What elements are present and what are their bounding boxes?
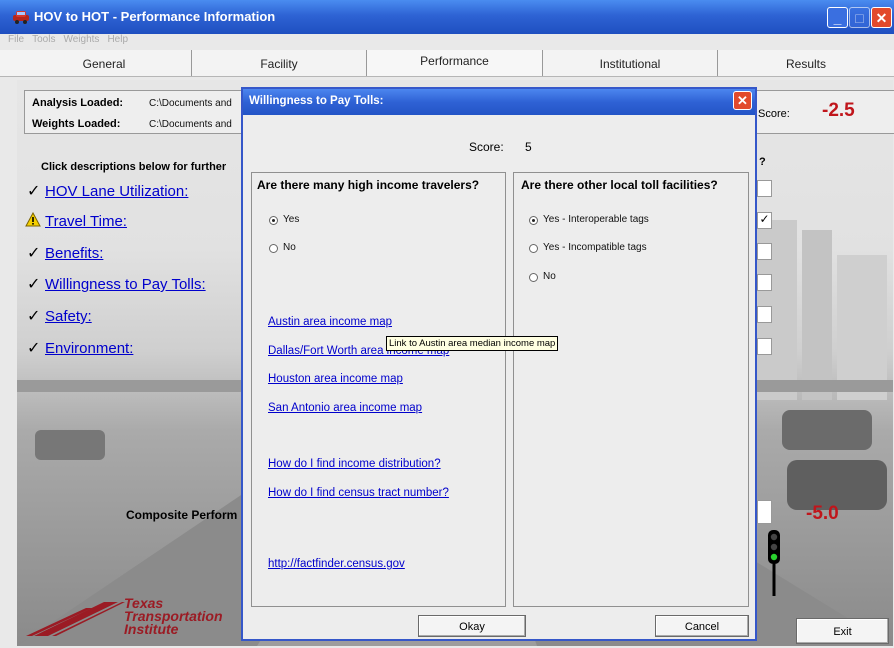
menu-weights[interactable]: Weights (63, 34, 99, 45)
check-icon: ✓ (27, 308, 41, 325)
analysis-loaded-label: Analysis Loaded: (32, 97, 124, 109)
benefits-checkbox[interactable] (757, 243, 772, 260)
no-toll-radio[interactable] (529, 273, 538, 282)
factfinder-link[interactable]: http://factfinder.census.gov (268, 558, 405, 570)
incompatible-radio[interactable] (529, 244, 538, 253)
high-income-question: Are there many high income travelers? (257, 178, 480, 192)
safety-checkbox[interactable] (757, 306, 772, 323)
score-label: Score: (758, 108, 790, 120)
criterion-benefits[interactable]: Benefits: (45, 245, 103, 262)
toll-facilities-question: Are there other local toll facilities? (521, 178, 718, 192)
dialog-title: Willingness to Pay Tolls: (249, 95, 384, 107)
warning-icon (25, 212, 41, 227)
hov-lane-utilization-checkbox[interactable] (757, 180, 772, 197)
willingness-dialog: Willingness to Pay Tolls: ✕ Score: 5 Are… (241, 87, 757, 641)
analysis-path: C:\Documents and (149, 98, 232, 109)
yes-radio-label[interactable]: Yes (283, 214, 299, 225)
high-income-panel: Are there many high income travelers? Ye… (251, 172, 506, 607)
check-icon: ✓ (27, 245, 41, 262)
menu-file[interactable]: File (8, 34, 24, 45)
tab-performance[interactable]: Performance (367, 50, 543, 76)
dialog-score-label: Score: (469, 140, 504, 154)
menu-bar: File Tools Weights Help (0, 34, 894, 50)
travel-time-checkbox[interactable]: ✓ (757, 212, 772, 229)
weights-path: C:\Documents and (149, 119, 232, 130)
weights-loaded-label: Weights Loaded: (32, 118, 121, 130)
question-mark: ? (759, 156, 766, 168)
title-bar[interactable]: HOV to HOT - Performance Information _ □… (0, 0, 894, 34)
tti-logo-icon (26, 602, 125, 636)
criterion-environment[interactable]: Environment: (45, 340, 133, 357)
tti-logo-text: Texas Transportation Institute (124, 596, 223, 637)
austin-income-map-link[interactable]: Austin area income map (268, 316, 392, 328)
composite-performance-label: Composite Perform (126, 508, 238, 522)
census-tract-help-link[interactable]: How do I find census tract number? (268, 487, 449, 499)
overall-score-value: -2.5 (822, 100, 855, 121)
yes-radio[interactable] (269, 216, 278, 225)
window-title: HOV to HOT - Performance Information (34, 9, 276, 24)
dialog-title-bar[interactable]: Willingness to Pay Tolls: ✕ (243, 89, 755, 115)
car-icon (13, 11, 29, 24)
criterion-willingness-to-pay-tolls[interactable]: Willingness to Pay Tolls: (45, 276, 206, 293)
income-distribution-help-link[interactable]: How do I find income distribution? (268, 458, 441, 470)
toll-facilities-panel: Are there other local toll facilities? Y… (513, 172, 749, 607)
tab-strip: General Facility Performance Institution… (0, 50, 894, 77)
interoperable-radio-label[interactable]: Yes - Interoperable tags (543, 214, 649, 225)
criterion-hov-lane-utilization[interactable]: HOV Lane Utilization: (45, 183, 188, 200)
tab-institutional[interactable]: Institutional (543, 50, 718, 76)
logo-line-3: Institute (124, 621, 179, 637)
composite-score-value: -5.0 (806, 503, 839, 524)
houston-income-map-link[interactable]: Houston area income map (268, 373, 403, 385)
menu-tools[interactable]: Tools (32, 34, 55, 45)
close-icon[interactable]: ✕ (871, 7, 892, 28)
interoperable-radio[interactable] (529, 216, 538, 225)
tab-results[interactable]: Results (718, 50, 894, 76)
link-tooltip: Link to Austin area median income map (386, 336, 559, 351)
willingness-checkbox[interactable] (757, 274, 772, 291)
environment-checkbox[interactable] (757, 338, 772, 355)
no-radio[interactable] (269, 244, 278, 253)
check-icon: ✓ (27, 340, 41, 357)
tab-general[interactable]: General (17, 50, 192, 76)
dialog-body: Score: 5 Are there many high income trav… (243, 115, 755, 639)
san-antonio-income-map-link[interactable]: San Antonio area income map (268, 402, 422, 414)
dialog-close-icon[interactable]: ✕ (733, 91, 752, 110)
composite-box (757, 500, 772, 524)
maximize-icon[interactable]: □ (849, 7, 870, 28)
okay-button[interactable]: Okay (418, 615, 526, 637)
tab-facility[interactable]: Facility (192, 50, 367, 76)
menu-help[interactable]: Help (107, 34, 128, 45)
criterion-travel-time[interactable]: Travel Time: (45, 213, 127, 230)
exit-button[interactable]: Exit (796, 618, 889, 644)
instructions-text: Click descriptions below for further (41, 161, 227, 173)
cancel-button[interactable]: Cancel (655, 615, 749, 637)
no-radio-label[interactable]: No (283, 242, 296, 253)
no-toll-radio-label[interactable]: No (543, 271, 556, 282)
check-icon: ✓ (27, 276, 41, 293)
check-icon: ✓ (27, 183, 41, 200)
dialog-score-value: 5 (525, 140, 532, 154)
minimize-icon[interactable]: _ (827, 7, 848, 28)
criterion-safety[interactable]: Safety: (45, 308, 92, 325)
traffic-signal-icon (768, 530, 780, 596)
incompatible-radio-label[interactable]: Yes - Incompatible tags (543, 242, 647, 253)
